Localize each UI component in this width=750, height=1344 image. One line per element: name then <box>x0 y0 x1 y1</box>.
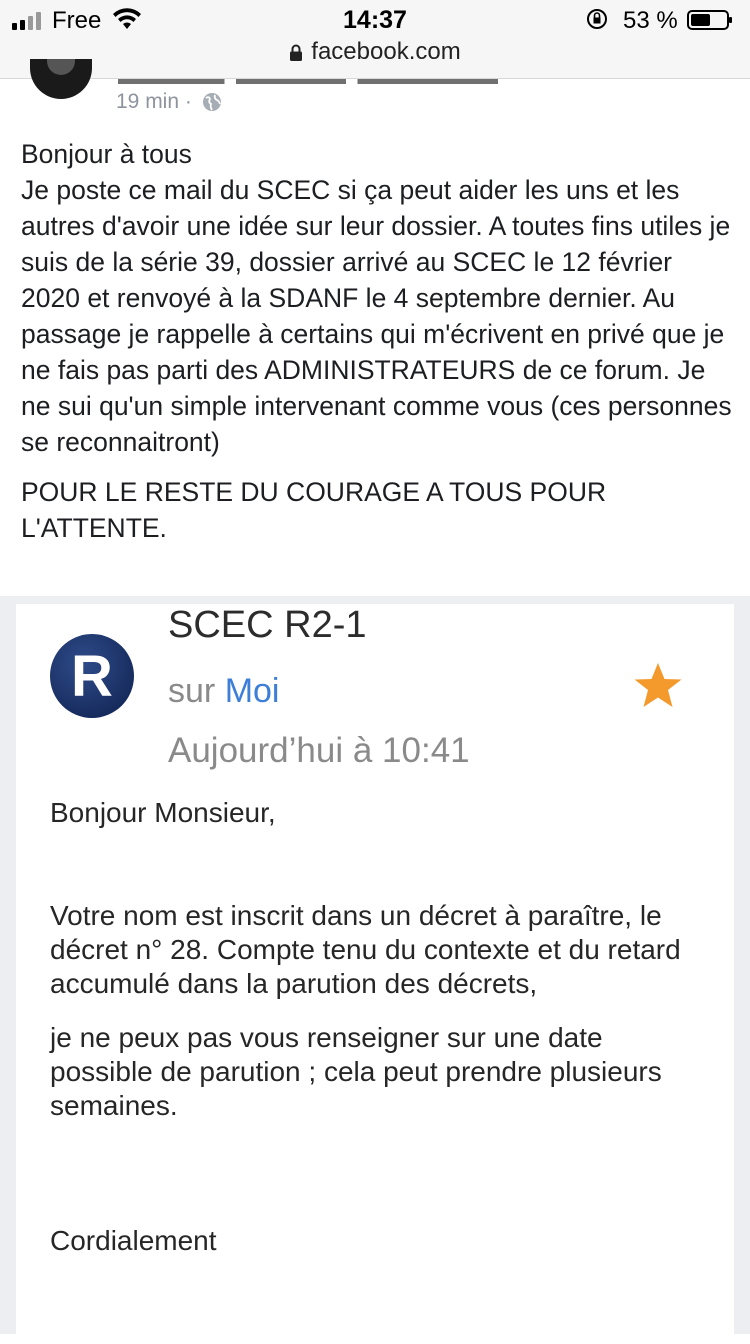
email-body: Bonjour Monsieur, Votre nom est inscrit … <box>50 796 710 1258</box>
email-sender: SCEC R2-1 <box>168 604 367 646</box>
logo-letter: R <box>71 644 113 709</box>
email-closing: Cordialement <box>50 1225 217 1256</box>
lock-icon <box>290 44 303 61</box>
status-bar: Free 14:37 53 % <box>0 0 750 42</box>
sender-logo: R <box>50 634 134 718</box>
globe-icon <box>202 93 221 112</box>
post-paragraph-1: Bonjour à tous Je poste ce mail du SCEC … <box>21 139 732 457</box>
post-body: Bonjour à tous Je poste ce mail du SCEC … <box>21 136 736 546</box>
post-image-attachment[interactable]: R SCEC R2-1 sur Moi Aujourd’hui à 10:41 … <box>0 596 750 1344</box>
author-name-cut-off <box>118 79 498 84</box>
avatar[interactable] <box>30 59 92 99</box>
email-recipient-line: sur Moi <box>168 672 279 711</box>
email-screenshot: R SCEC R2-1 sur Moi Aujourd’hui à 10:41 … <box>16 604 734 1344</box>
post-header: 19 min · <box>0 59 750 125</box>
email-date: Aujourd’hui à 10:41 <box>168 731 470 770</box>
post-paragraph-2: POUR LE RESTE DU COURAGE A TOUS POUR L'A… <box>21 477 607 543</box>
post-meta: 19 min · <box>116 90 222 114</box>
star-icon <box>634 663 682 707</box>
email-paragraph-1: Votre nom est inscrit dans un décret à p… <box>50 900 681 999</box>
recipient-prefix: sur <box>168 672 216 710</box>
rotation-lock-icon <box>587 9 607 29</box>
recipient-name: Moi <box>224 672 280 710</box>
battery-icon <box>687 10 732 30</box>
battery-percentage: 53 % <box>623 7 678 34</box>
post-time[interactable]: 19 min · <box>116 90 192 113</box>
address-bar[interactable]: facebook.com <box>0 38 750 72</box>
url-text: facebook.com <box>311 38 461 65</box>
email-greeting: Bonjour Monsieur, <box>50 797 276 828</box>
browser-top-bar: Free 14:37 53 % facebook.com <box>0 0 750 79</box>
email-paragraph-2: je ne peux pas vous renseigner sur une d… <box>50 1022 662 1121</box>
